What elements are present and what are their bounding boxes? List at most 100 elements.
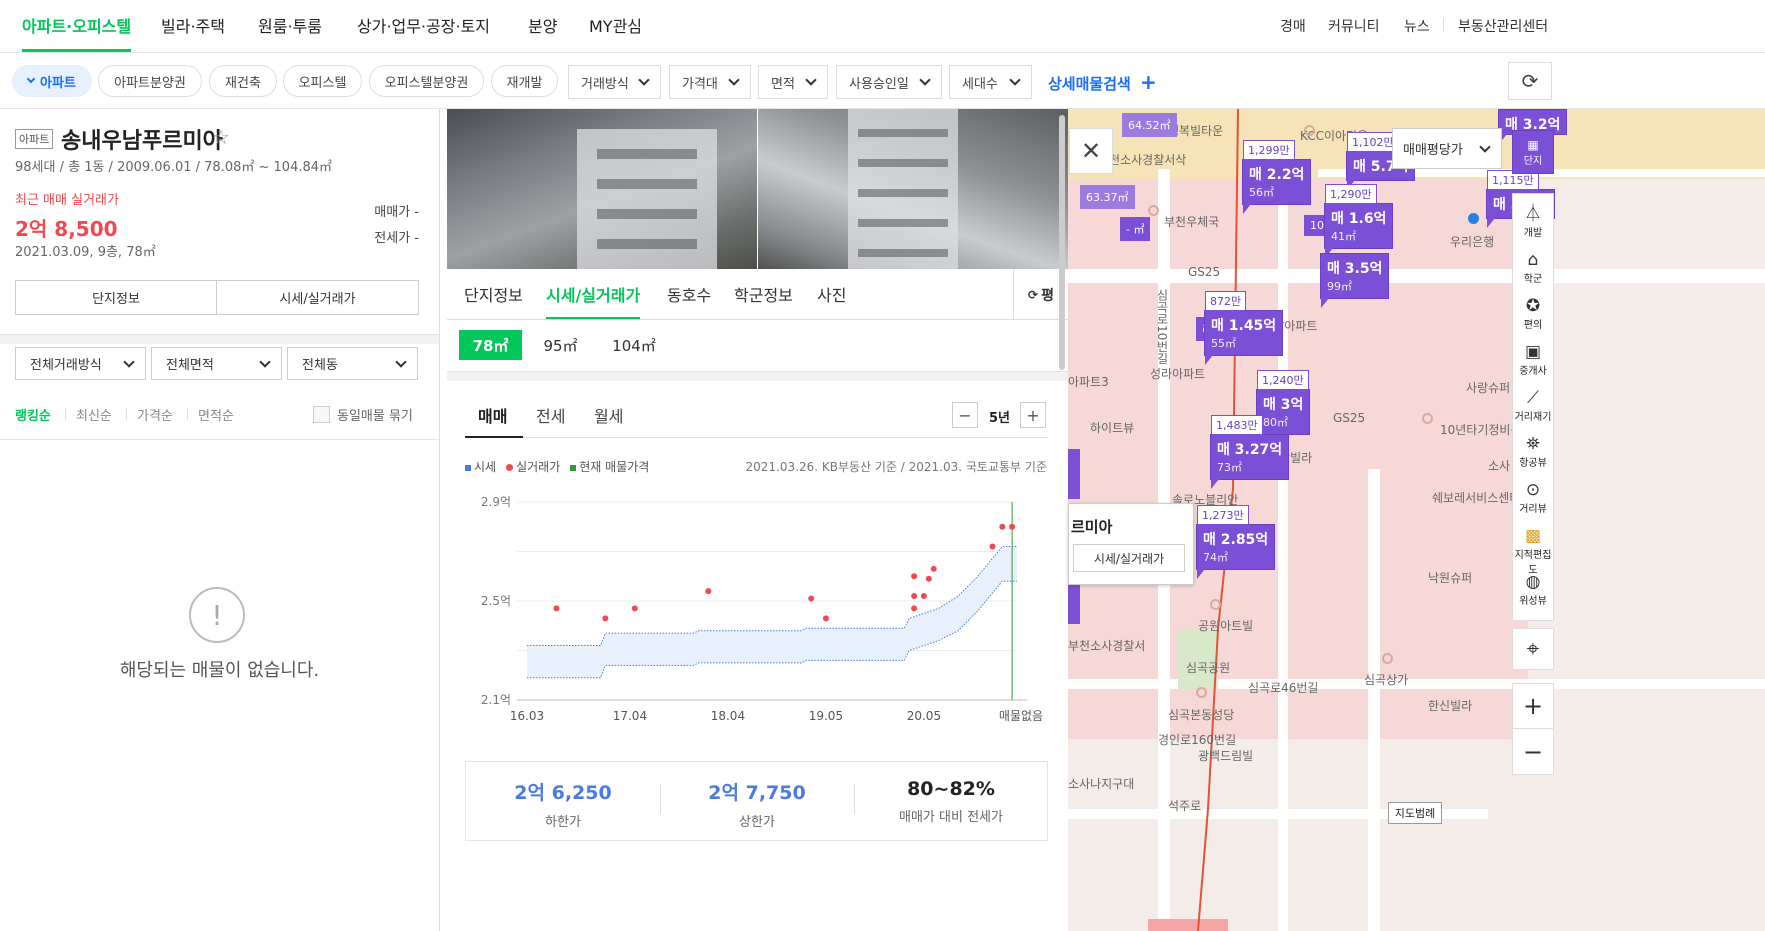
recent-trade-label: 최근 매매 실거래가 <box>15 193 119 208</box>
filter-pill-redevelopment[interactable]: 재개발 <box>491 65 558 97</box>
refresh-button[interactable]: ⟳ <box>1508 62 1552 100</box>
price-marker[interactable]: 872만 매 1.45억 55㎡ <box>1204 291 1284 365</box>
tool-satellite[interactable]: ◍ 위성뷰 <box>1513 572 1553 607</box>
map-label: 소사 <box>1488 459 1511 473</box>
nav-tab-commercial[interactable]: 상가·업무·공장·토지 <box>357 13 490 37</box>
map-area-bubble[interactable]: 64.52㎡ <box>1122 113 1177 137</box>
tool-measure[interactable]: ⟋ 거리재기 <box>1513 388 1553 423</box>
nav-tab-presale[interactable]: 분양 <box>528 13 557 37</box>
summary-upper-label: 상한가 <box>739 815 775 830</box>
filter-trade-type[interactable]: 거래방식 <box>568 65 661 99</box>
tool-aerial[interactable]: ⛯ 항공뷰 <box>1513 434 1553 469</box>
recent-trade-price: 2억 8,500 <box>15 217 118 241</box>
detail-scrollbar[interactable] <box>1059 115 1065 370</box>
tool-agent[interactable]: ▣ 중개사 <box>1513 342 1553 377</box>
price-marker[interactable]: 1,240만 매 3억 80㎡ <box>1256 370 1311 444</box>
zoom-in-button[interactable]: + <box>1513 684 1553 729</box>
tool-development[interactable]: ⏃ 개발 <box>1513 204 1553 239</box>
complex-photo-1[interactable] <box>447 109 757 269</box>
period-increase-button[interactable]: + <box>1020 402 1046 428</box>
filter-approval-date[interactable]: 사용승인일 <box>836 65 942 99</box>
jeonse-price: 전세가 - <box>374 231 419 246</box>
section-divider <box>0 334 439 344</box>
filter-households[interactable]: 세대수 <box>949 65 1032 99</box>
price-marker[interactable]: 매 3.5억 99㎡ <box>1320 253 1390 308</box>
complex-photo-2[interactable] <box>758 109 1068 269</box>
filter-area[interactable]: 면적 <box>758 65 828 99</box>
chevron-down-icon <box>638 74 650 86</box>
filter-pill-apartment[interactable]: 아파트 <box>12 65 92 97</box>
nav-link-community[interactable]: 커뮤니티 <box>1328 16 1380 36</box>
price-marker[interactable]: 1,483만 매 3.27억 73㎡ <box>1210 415 1290 489</box>
listing-building-dropdown[interactable]: 전체동 <box>287 347 418 380</box>
marker-price: 매 3.27억 <box>1217 442 1283 458</box>
complex-info-button[interactable]: 단지정보 <box>15 280 217 315</box>
filter-pill-officetel-presale[interactable]: 오피스텔분양권 <box>369 65 484 97</box>
tab-units[interactable]: 동호수 <box>667 282 711 306</box>
size-95[interactable]: 95㎡ <box>533 330 588 360</box>
chevron-down-icon <box>1479 141 1491 153</box>
nav-link-news[interactable]: 뉴스 <box>1404 16 1430 36</box>
tab-school[interactable]: 학군정보 <box>734 282 793 306</box>
sort-area[interactable]: 면적순 <box>198 405 234 424</box>
complex-toggle-button[interactable]: ▦ 단지 <box>1512 130 1554 174</box>
period-decrease-button[interactable]: − <box>952 402 978 428</box>
nav-tab-apartment[interactable]: 아파트·오피스텔 <box>22 13 132 52</box>
tool-convenience[interactable]: ✪ 편의 <box>1513 296 1553 331</box>
detail-search-button[interactable]: 상세매물검색 + <box>1048 70 1157 94</box>
map-area-bubble[interactable]: 63.37㎡ <box>1080 185 1135 209</box>
tool-street[interactable]: ⊙ 거리뷰 <box>1513 480 1553 515</box>
map-price-type-select[interactable]: 매매평당가 <box>1392 128 1502 169</box>
zoom-out-button[interactable]: − <box>1513 729 1553 774</box>
price-marker[interactable]: 1,299만 매 2.2억 56㎡ <box>1242 140 1312 214</box>
marker-unit-price: 1,102만 <box>1347 132 1399 152</box>
tab-price-history[interactable]: 시세/실거래가 <box>546 282 641 319</box>
map-legend-button[interactable]: 지도범례 <box>1388 802 1442 824</box>
price-marker[interactable]: 1,290만 매 1.6억 41㎡ <box>1324 184 1394 258</box>
building-window <box>597 209 697 219</box>
nav-tab-villa[interactable]: 빌라·주택 <box>161 13 225 37</box>
tool-school[interactable]: ⌂ 학군 <box>1513 250 1553 285</box>
close-icon[interactable]: ✕ <box>1069 128 1113 174</box>
group-listings-checkbox[interactable] <box>313 406 330 423</box>
filter-pill-reconstruction[interactable]: 재건축 <box>209 65 277 97</box>
nav-link-management[interactable]: 부동산관리센터 <box>1458 16 1548 36</box>
nav-tab-oneroom[interactable]: 원룸·투룸 <box>258 13 322 37</box>
filter-pill-apt-presale[interactable]: 아파트분양권 <box>98 65 202 97</box>
legend-label: 시세 <box>474 460 497 474</box>
size-104[interactable]: 104㎡ <box>603 330 665 360</box>
sort-latest[interactable]: 최신순 <box>76 405 112 424</box>
map-edge-marker[interactable] <box>1068 584 1080 624</box>
refresh-icon: ⟳ <box>1028 287 1039 302</box>
sort-price[interactable]: 가격순 <box>137 405 173 424</box>
price-tab-sale[interactable]: 매매 <box>478 403 507 427</box>
price-history-button[interactable]: 시세/실거래가 <box>216 280 419 315</box>
current-location-button[interactable]: ⌖ <box>1512 628 1554 670</box>
globe-icon: ◍ <box>1525 572 1541 592</box>
price-tab-monthly[interactable]: 월세 <box>594 403 623 427</box>
apartment-icon: ▦ <box>1527 137 1539 152</box>
popup-price-button[interactable]: 시세/실거래가 <box>1073 544 1185 572</box>
listing-trade-type-dropdown[interactable]: 전체거래방식 <box>15 347 146 380</box>
map-edge-marker[interactable] <box>1068 449 1080 499</box>
nav-link-auction[interactable]: 경매 <box>1280 16 1306 36</box>
price-tab-jeonse[interactable]: 전세 <box>536 403 565 427</box>
chart-y-tick: 2.5억 <box>481 594 511 608</box>
tab-complex-info[interactable]: 단지정보 <box>464 282 523 306</box>
filter-price[interactable]: 가격대 <box>669 65 751 99</box>
price-marker[interactable]: 1,273만 매 2.85억 74㎡ <box>1196 505 1276 579</box>
sort-ranking[interactable]: 랭킹순 <box>15 405 51 424</box>
marker-area: 74㎡ <box>1203 551 1228 564</box>
size-78[interactable]: 78㎡ <box>459 330 522 360</box>
listing-area-dropdown[interactable]: 전체면적 <box>151 347 282 380</box>
filter-pill-officetel[interactable]: 오피스텔 <box>283 65 362 97</box>
map-area-bubble[interactable]: - ㎡ <box>1120 217 1151 241</box>
tool-cadastral[interactable]: ▩ 지적편집도 <box>1513 526 1553 576</box>
convenience-icon: ✪ <box>1525 296 1541 316</box>
dropdown-label: 세대수 <box>962 76 998 92</box>
nav-tab-my[interactable]: MY관심 <box>589 13 642 37</box>
tab-photos[interactable]: 사진 <box>817 282 846 306</box>
map-label: 심곡로46번길 <box>1248 681 1319 695</box>
chevron-down-icon <box>26 74 36 84</box>
star-icon[interactable]: ☆ <box>212 125 230 149</box>
